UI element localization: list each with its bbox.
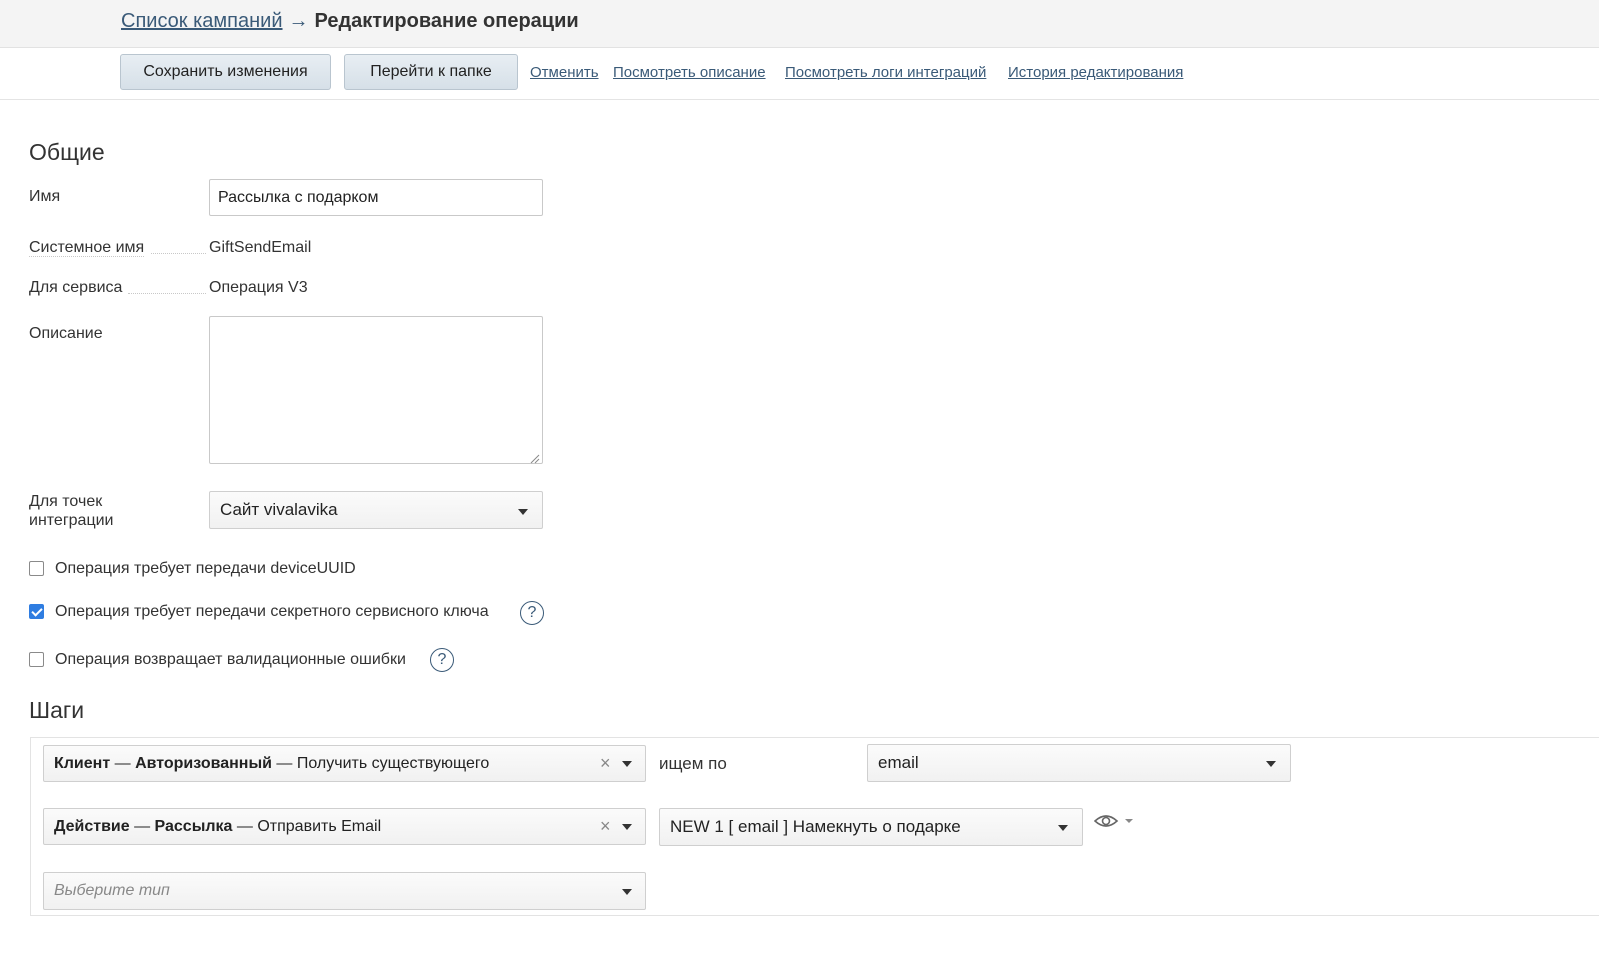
system-name-value: GiftSendEmail bbox=[209, 239, 312, 256]
step-type-separator: — bbox=[276, 754, 293, 772]
cancel-link[interactable]: Отменить bbox=[530, 64, 599, 81]
step-type-entity: Клиент bbox=[54, 754, 111, 772]
mailing-value: NEW 1 [ email ] Намекнуть о подарке bbox=[670, 817, 961, 836]
step-type-separator: — bbox=[236, 817, 253, 835]
step-type-separator: — bbox=[134, 817, 151, 835]
steps-heading: Шаги bbox=[29, 697, 85, 723]
integration-label-line2: интеграции bbox=[29, 512, 114, 529]
preview-dropdown[interactable] bbox=[1093, 812, 1138, 832]
validation-errors-checkbox[interactable] bbox=[29, 652, 44, 667]
resize-handle-icon[interactable] bbox=[530, 451, 540, 464]
step-type-separator: — bbox=[114, 754, 131, 772]
new-step-type-select[interactable]: Выберите тип bbox=[43, 872, 646, 910]
clear-icon[interactable]: × bbox=[600, 753, 611, 774]
step-type-entity: Действие bbox=[54, 817, 130, 835]
chevron-down-icon[interactable] bbox=[622, 824, 632, 830]
secret-key-checkbox-label: Операция требует передачи секретного сер… bbox=[55, 603, 489, 620]
step-type-action: Получить существующего bbox=[296, 754, 490, 772]
step-type-subentity: Рассылка bbox=[154, 817, 233, 835]
integration-points-value: Сайт vivalavika bbox=[220, 500, 338, 519]
view-integration-logs-link[interactable]: Посмотреть логи интеграций bbox=[785, 64, 986, 81]
edit-history-link[interactable]: История редактирования bbox=[1008, 64, 1183, 81]
step-type-select[interactable]: Действие — Рассылка — Отправить Email × bbox=[43, 808, 646, 845]
device-uuid-checkbox[interactable] bbox=[29, 561, 44, 576]
page-title: Редактирование операции bbox=[314, 10, 579, 32]
secret-key-checkbox[interactable] bbox=[29, 604, 44, 619]
help-icon[interactable]: ? bbox=[520, 601, 544, 625]
clear-icon[interactable]: × bbox=[600, 816, 611, 837]
service-label: Для сервиса bbox=[29, 279, 123, 296]
dotted-leader bbox=[151, 253, 206, 254]
system-name-label-text: Системное имя bbox=[29, 239, 145, 257]
device-uuid-checkbox-label: Операция требует передачи deviceUUID bbox=[55, 560, 356, 577]
save-button[interactable]: Сохранить изменения bbox=[120, 54, 331, 90]
system-name-label: Системное имя bbox=[29, 239, 145, 257]
name-label: Имя bbox=[29, 188, 61, 205]
service-value: Операция V3 bbox=[209, 279, 308, 296]
chevron-down-icon bbox=[622, 889, 632, 895]
view-description-link[interactable]: Посмотреть описание bbox=[613, 64, 766, 81]
breadcrumb-arrow: → bbox=[288, 10, 309, 32]
new-step-placeholder: Выберите тип bbox=[54, 882, 170, 899]
validation-errors-checkbox-label: Операция возвращает валидационные ошибки bbox=[55, 651, 406, 668]
chevron-down-icon[interactable] bbox=[622, 761, 632, 767]
step-type-subentity: Авторизованный bbox=[135, 754, 272, 772]
chevron-down-icon bbox=[518, 509, 528, 515]
eye-icon bbox=[1093, 815, 1133, 827]
mailing-select[interactable]: NEW 1 [ email ] Намекнуть о подарке bbox=[659, 808, 1083, 846]
search-field-value: email bbox=[878, 753, 919, 772]
name-input[interactable]: Рассылка с подарком bbox=[209, 179, 543, 216]
general-heading: Общие bbox=[29, 139, 105, 165]
step-type-select[interactable]: Клиент — Авторизованный — Получить сущес… bbox=[43, 745, 646, 782]
description-textarea[interactable] bbox=[209, 316, 543, 464]
integration-points-label: Для точек интеграции bbox=[29, 492, 114, 530]
step-type-action: Отправить Email bbox=[257, 817, 382, 835]
step-connector-text: ищем по bbox=[659, 754, 727, 773]
chevron-down-icon bbox=[1266, 761, 1276, 767]
integration-points-select[interactable]: Сайт vivalavika bbox=[209, 491, 543, 529]
integration-label-line1: Для точек bbox=[29, 493, 103, 510]
help-icon[interactable]: ? bbox=[430, 648, 454, 672]
description-label: Описание bbox=[29, 325, 103, 342]
search-field-select[interactable]: email bbox=[867, 744, 1291, 782]
chevron-down-icon bbox=[1058, 825, 1068, 831]
breadcrumb-campaigns-link[interactable]: Список кампаний bbox=[121, 10, 283, 32]
dotted-leader bbox=[128, 293, 206, 294]
go-to-folder-button[interactable]: Перейти к папке bbox=[344, 54, 518, 90]
breadcrumb: Список кампаний → Редактирование операции bbox=[121, 10, 579, 33]
